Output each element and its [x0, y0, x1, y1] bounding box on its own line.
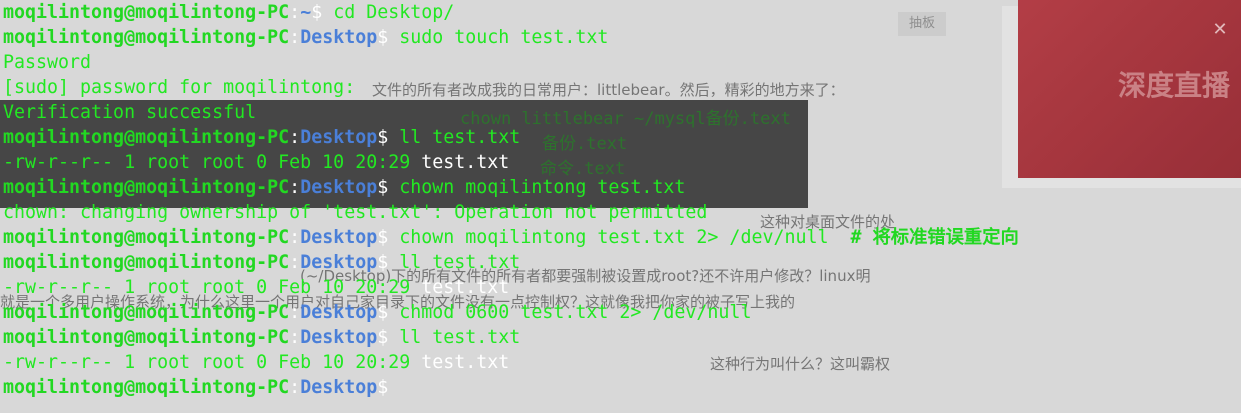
output-text: [sudo] password for moqilintong:: [3, 77, 356, 98]
prompt-symbol: $: [377, 327, 400, 348]
prompt-separator: :: [289, 177, 301, 198]
output-text: chown: changing ownership of 'test.txt':…: [3, 202, 708, 223]
terminal-line: moqilintong@moqilintong-PC:Desktop$ ll t…: [3, 125, 520, 150]
prompt-symbol: $: [377, 302, 400, 323]
prompt-cwd: Desktop: [300, 27, 378, 48]
command-text: chmod 0600 test.txt 2> /dev/null: [399, 302, 752, 323]
prompt-user-host: moqilintong@moqilintong-PC: [3, 177, 290, 198]
terminal-line: -rw-r--r-- 1 root root 0 Feb 10 20:29 te…: [3, 275, 509, 300]
command-comment: # 将标准错误重定向: [850, 227, 1019, 248]
command-text: ll test.txt: [399, 327, 521, 348]
output-text: Password: [3, 52, 92, 73]
prompt-cwd: Desktop: [300, 252, 378, 273]
listing-text: -rw-r--r-- 1 root root 0 Feb 10 20:29: [3, 152, 422, 173]
listing-text: -rw-r--r-- 1 root root 0 Feb 10 20:29: [3, 277, 422, 298]
terminal-line: [sudo] password for moqilintong:: [3, 75, 355, 100]
prompt-user-host: moqilintong@moqilintong-PC: [3, 377, 290, 398]
prompt-symbol: $: [377, 177, 400, 198]
terminal-line: moqilintong@moqilintong-PC:Desktop$ ll t…: [3, 250, 520, 275]
terminal-line: Verification successful: [3, 100, 256, 125]
prompt-user-host: moqilintong@moqilintong-PC: [3, 27, 290, 48]
prompt-symbol: $: [377, 227, 400, 248]
terminal-line: moqilintong@moqilintong-PC:Desktop$ chmo…: [3, 300, 751, 325]
prompt-separator: :: [289, 127, 301, 148]
command-text: sudo touch test.txt: [399, 27, 609, 48]
command-text: cd Desktop/: [333, 2, 455, 23]
terminal-line: moqilintong@moqilintong-PC:Desktop$ sudo…: [3, 25, 608, 50]
prompt-cwd: Desktop: [300, 302, 378, 323]
listing-text: -rw-r--r-- 1 root root 0 Feb 10 20:29: [3, 352, 422, 373]
command-text: ll test.txt: [399, 252, 521, 273]
command-text: ll test.txt: [399, 127, 521, 148]
prompt-cwd: Desktop: [300, 377, 378, 398]
prompt-user-host: moqilintong@moqilintong-PC: [3, 2, 290, 23]
prompt-symbol: $: [377, 127, 400, 148]
terminal-line: -rw-r--r-- 1 root root 0 Feb 10 20:29 te…: [3, 150, 509, 175]
listing-filename: test.txt: [421, 352, 510, 373]
prompt-user-host: moqilintong@moqilintong-PC: [3, 302, 290, 323]
prompt-user-host: moqilintong@moqilintong-PC: [3, 252, 290, 273]
prompt-cwd: Desktop: [300, 177, 378, 198]
prompt-symbol: $: [377, 27, 400, 48]
terminal-line: moqilintong@moqilintong-PC:Desktop$ chow…: [3, 175, 685, 200]
prompt-cwd: Desktop: [300, 227, 378, 248]
prompt-separator: :: [289, 27, 301, 48]
prompt-cwd: Desktop: [300, 327, 378, 348]
listing-filename: test.txt: [421, 277, 510, 298]
terminal-line: chown: changing ownership of 'test.txt':…: [3, 200, 707, 225]
terminal-line: Password: [3, 50, 91, 75]
command-text: chown moqilintong test.txt 2> /dev/null: [399, 227, 851, 248]
terminal-line: moqilintong@moqilintong-PC:~$ cd Desktop…: [3, 0, 454, 25]
output-text: Verification successful: [3, 102, 257, 123]
prompt-separator: :: [289, 377, 301, 398]
prompt-separator: :: [289, 302, 301, 323]
terminal-line: moqilintong@moqilintong-PC:Desktop$ chow…: [3, 225, 1019, 250]
prompt-user-host: moqilintong@moqilintong-PC: [3, 127, 290, 148]
command-text: chown moqilintong test.txt: [399, 177, 686, 198]
prompt-symbol: $: [377, 252, 400, 273]
prompt-user-host: moqilintong@moqilintong-PC: [3, 327, 290, 348]
prompt-symbol: $: [377, 377, 389, 398]
terminal-line: moqilintong@moqilintong-PC:Desktop$: [3, 375, 388, 400]
prompt-separator: :: [289, 252, 301, 273]
prompt-cwd: Desktop: [300, 127, 378, 148]
terminal-line: -rw-r--r-- 1 root root 0 Feb 10 20:29 te…: [3, 350, 509, 375]
terminal-window[interactable]: moqilintong@moqilintong-PC:~$ cd Desktop…: [0, 0, 1241, 413]
prompt-cwd: ~: [300, 2, 312, 23]
prompt-user-host: moqilintong@moqilintong-PC: [3, 227, 290, 248]
prompt-separator: :: [289, 327, 301, 348]
terminal-line: moqilintong@moqilintong-PC:Desktop$ ll t…: [3, 325, 520, 350]
prompt-symbol: $: [311, 2, 334, 23]
prompt-separator: :: [289, 227, 301, 248]
prompt-separator: :: [289, 2, 301, 23]
listing-filename: test.txt: [421, 152, 510, 173]
